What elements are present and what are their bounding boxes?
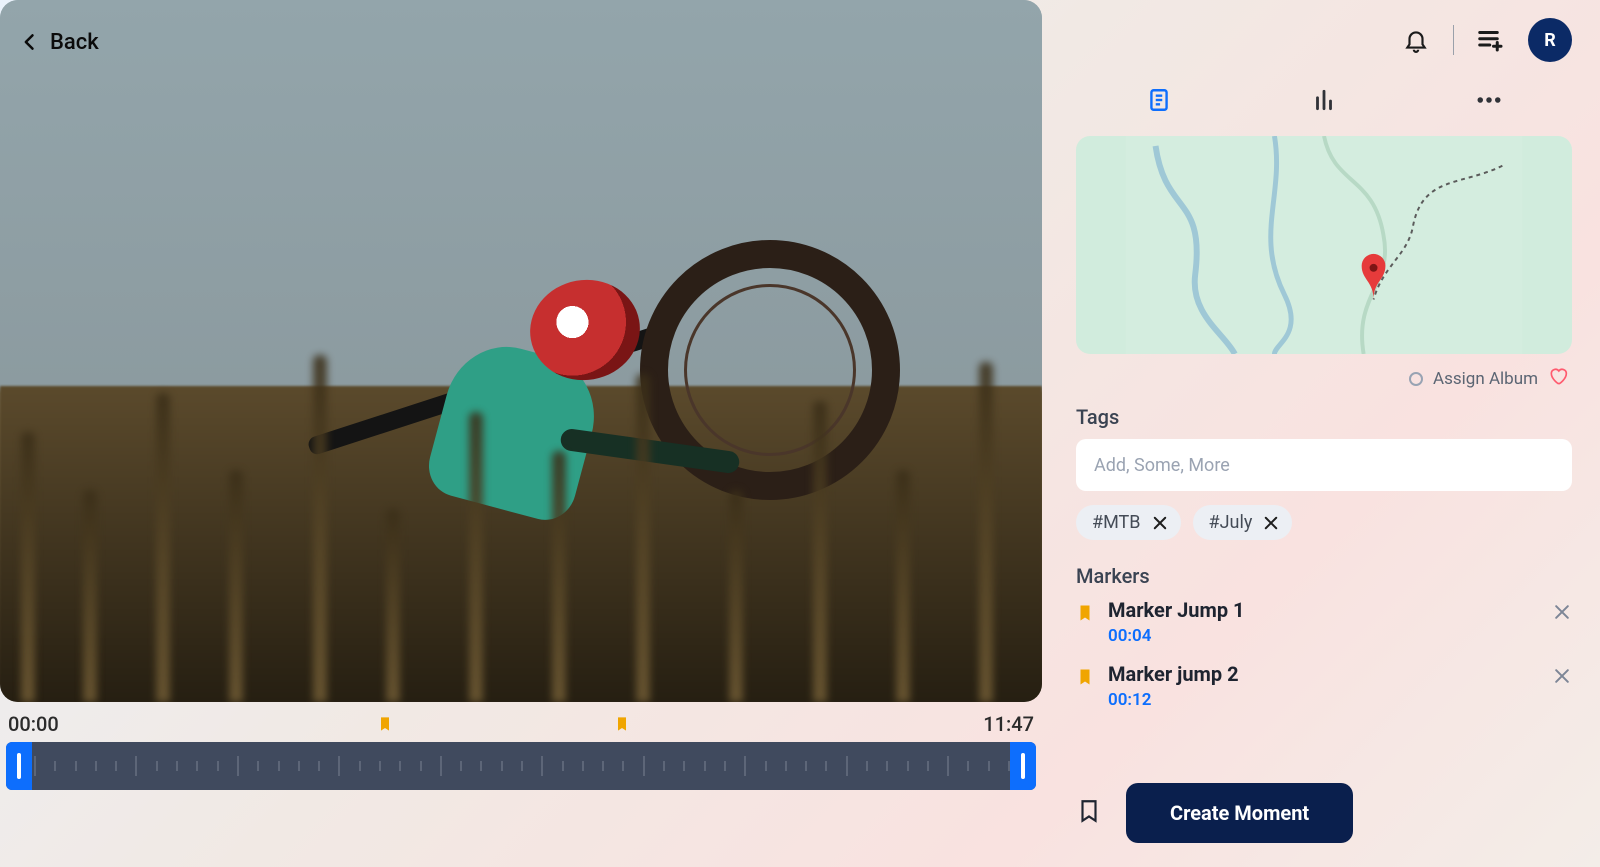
chevron-left-icon bbox=[20, 28, 40, 56]
back-label: Back bbox=[50, 30, 99, 55]
back-button[interactable]: Back bbox=[20, 28, 99, 56]
playlist-add-icon[interactable] bbox=[1476, 25, 1506, 55]
timeline-start: 00:00 bbox=[8, 712, 59, 736]
tab-details[interactable] bbox=[1141, 82, 1177, 118]
tag-chips: #MTB #July bbox=[1076, 505, 1572, 540]
trim-handle-right[interactable] bbox=[1010, 742, 1036, 790]
right-pane: R Assign Album Tags bbox=[1042, 0, 1600, 867]
markers-label: Markers bbox=[1076, 564, 1572, 588]
marker-delete-icon[interactable] bbox=[1552, 602, 1572, 626]
tags-input-wrap bbox=[1076, 439, 1572, 491]
left-pane: Back 00:00 11:47 bbox=[0, 0, 1042, 867]
tab-stats[interactable] bbox=[1306, 82, 1342, 118]
timeline: 00:00 11:47 bbox=[0, 702, 1042, 867]
tabs bbox=[1076, 82, 1572, 118]
marker-delete-icon[interactable] bbox=[1552, 666, 1572, 690]
timeline-track[interactable] bbox=[6, 742, 1036, 790]
tag-remove-icon[interactable] bbox=[1262, 514, 1280, 532]
markers-list: Marker Jump 1 00:04 Marker jump 2 00:12 bbox=[1076, 598, 1572, 710]
tab-more[interactable] bbox=[1471, 82, 1507, 118]
tag-chip: #July bbox=[1193, 505, 1293, 540]
tags-label: Tags bbox=[1076, 405, 1572, 429]
map-preview[interactable] bbox=[1076, 136, 1572, 354]
tag-chip-label: #MTB bbox=[1092, 512, 1141, 533]
bookmark-icon bbox=[1076, 602, 1094, 628]
divider bbox=[1453, 25, 1454, 55]
timeline-end: 11:47 bbox=[983, 712, 1034, 736]
tag-chip-label: #July bbox=[1209, 512, 1253, 533]
timeline-flag-icon[interactable] bbox=[377, 714, 393, 739]
assign-album-label[interactable]: Assign Album bbox=[1433, 369, 1538, 389]
timeline-flag-icon[interactable] bbox=[614, 714, 630, 739]
notifications-icon[interactable] bbox=[1401, 25, 1431, 55]
video-preview[interactable]: Back bbox=[0, 0, 1042, 702]
marker-item[interactable]: Marker Jump 1 00:04 bbox=[1076, 598, 1572, 646]
avatar[interactable]: R bbox=[1528, 18, 1572, 62]
topbar: R bbox=[1076, 18, 1572, 62]
tags-input[interactable] bbox=[1094, 455, 1554, 476]
marker-item[interactable]: Marker jump 2 00:12 bbox=[1076, 662, 1572, 710]
assign-album-radio[interactable] bbox=[1409, 372, 1423, 386]
favorite-icon[interactable] bbox=[1548, 366, 1568, 391]
marker-time: 00:12 bbox=[1108, 690, 1538, 710]
add-bookmark-icon[interactable] bbox=[1076, 796, 1102, 830]
trim-handle-left[interactable] bbox=[6, 742, 32, 790]
marker-time: 00:04 bbox=[1108, 626, 1538, 646]
marker-title: Marker jump 2 bbox=[1108, 662, 1538, 686]
tag-chip: #MTB bbox=[1076, 505, 1181, 540]
tag-remove-icon[interactable] bbox=[1151, 514, 1169, 532]
create-moment-button[interactable]: Create Moment bbox=[1126, 783, 1353, 843]
marker-title: Marker Jump 1 bbox=[1108, 598, 1538, 622]
bookmark-icon bbox=[1076, 666, 1094, 692]
